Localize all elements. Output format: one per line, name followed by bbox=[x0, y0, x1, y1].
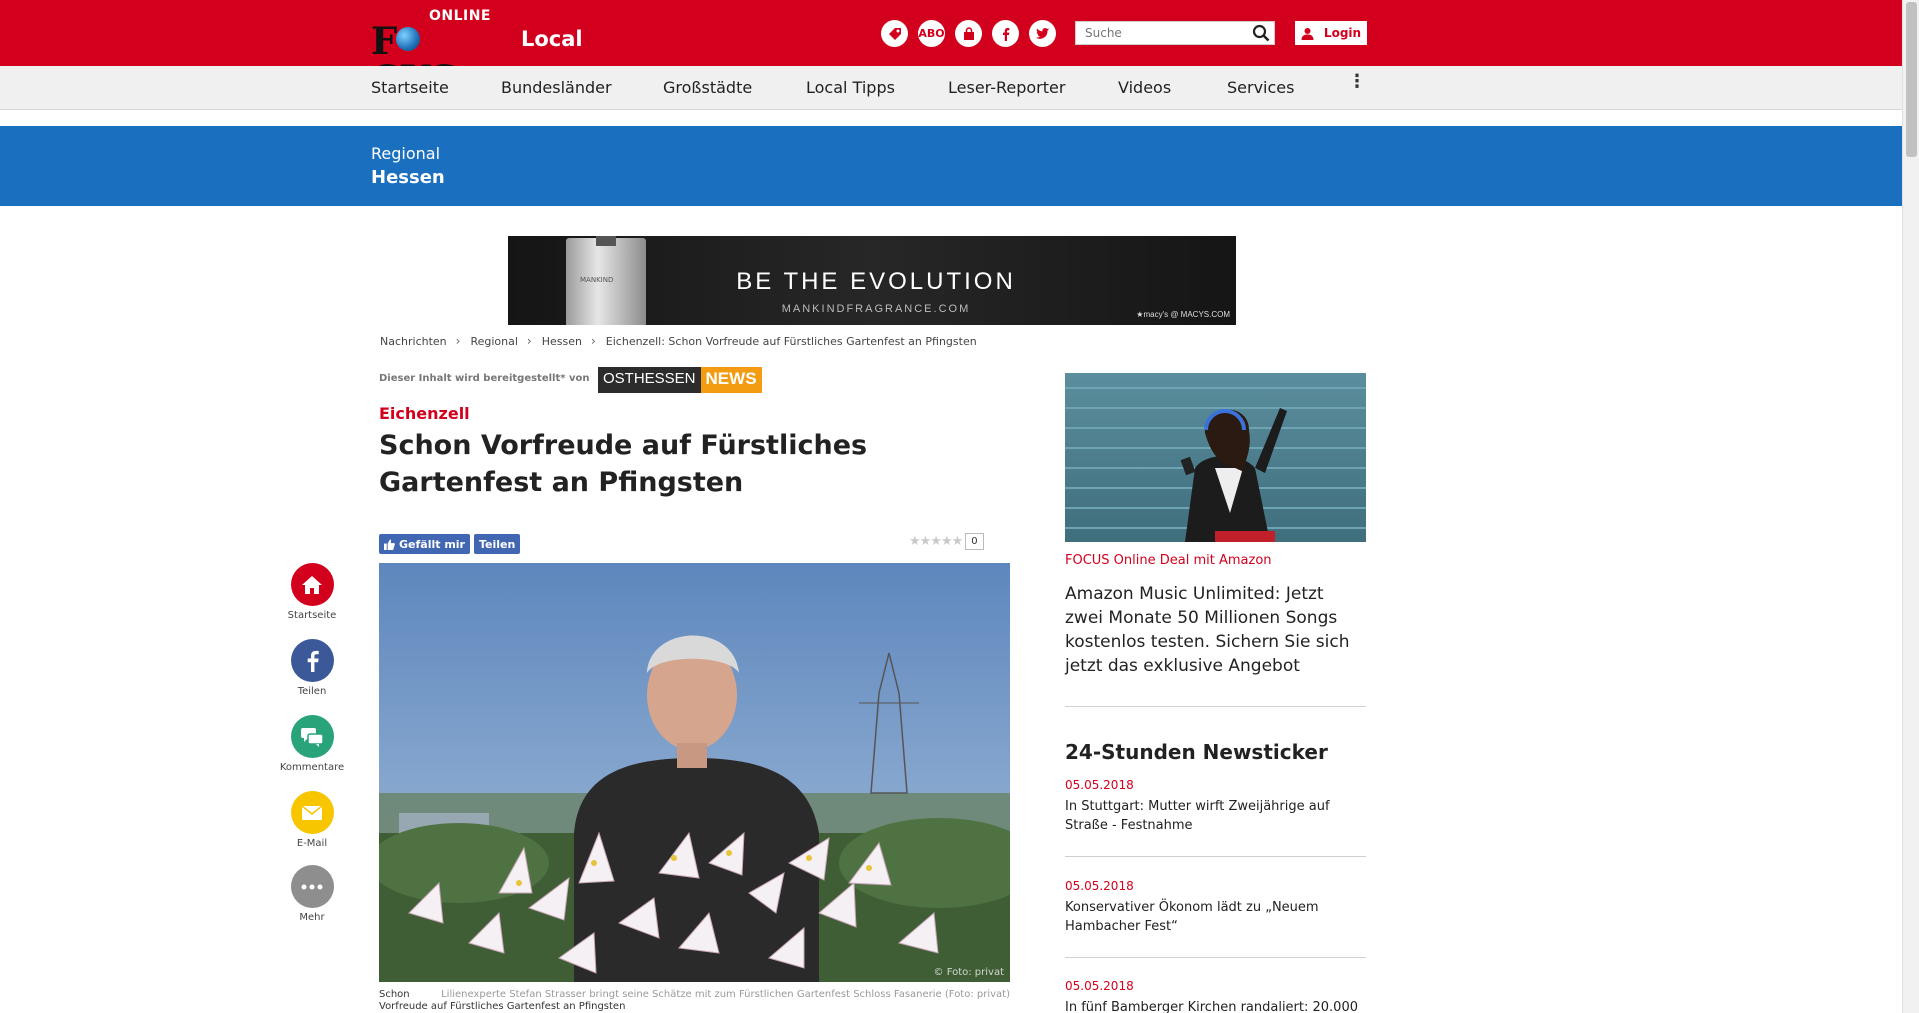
provided-by-text: Dieser Inhalt wird bereitgestellt* von bbox=[379, 373, 590, 384]
like-label: Gefällt mir bbox=[399, 537, 465, 551]
region-label[interactable]: Regional bbox=[371, 144, 440, 163]
nav-item-leser-reporter[interactable]: Leser-Reporter bbox=[948, 78, 1065, 97]
login-label: Login bbox=[1323, 26, 1362, 40]
share-more-label: Mehr bbox=[299, 912, 325, 923]
shopping-bag-icon[interactable] bbox=[955, 20, 982, 47]
divider bbox=[1065, 706, 1366, 707]
star-rating: ★★★★★ 0 bbox=[909, 533, 984, 550]
ticker-item[interactable]: Konservativer Ökonom lädt zu „Neuem Hamb… bbox=[1065, 898, 1366, 936]
osthessen-news-logo[interactable]: OSTHESSEN NEWS bbox=[598, 367, 762, 393]
like-button[interactable]: Gefällt mir bbox=[379, 534, 470, 554]
ticker-item[interactable]: In fünf Bamberger Kirchen randaliert: 20… bbox=[1065, 998, 1366, 1013]
comments-icon bbox=[290, 715, 334, 758]
rating-count: 0 bbox=[965, 533, 984, 550]
chevron-right-icon: › bbox=[590, 334, 596, 348]
banner-ad[interactable]: MANKIND BE THE EVOLUTION MANKINDFRAGRANC… bbox=[508, 236, 1236, 325]
abo-icon[interactable]: ABO bbox=[918, 20, 945, 47]
user-icon bbox=[1301, 27, 1314, 40]
divider bbox=[1065, 957, 1366, 958]
newsticker-title: 24-Stunden Newsticker bbox=[1065, 740, 1328, 764]
perfume-bottle-image: MANKIND bbox=[566, 236, 646, 325]
ticker-date: 05.05.2018 bbox=[1065, 879, 1134, 893]
twitter-icon[interactable] bbox=[1029, 20, 1056, 47]
nav-item-startseite[interactable]: Startseite bbox=[371, 78, 449, 97]
nav-item-bundeslaender[interactable]: Bundesländer bbox=[501, 78, 612, 97]
share-facebook-label: Teilen bbox=[297, 686, 327, 697]
share-comments-label: Kommentare bbox=[279, 762, 345, 773]
share-more[interactable]: Mehr bbox=[272, 865, 352, 923]
nav-item-grossstaedte[interactable]: Großstädte bbox=[663, 78, 752, 97]
share-home-label: Startseite bbox=[287, 610, 337, 621]
partner-logo-a: OSTHESSEN bbox=[598, 367, 701, 393]
rating-stars-icon[interactable]: ★★★★★ bbox=[909, 534, 963, 549]
ad-url: MANKINDFRAGRANCE.COM bbox=[781, 303, 971, 315]
photo-credit: © Foto: privat bbox=[933, 967, 1004, 978]
article-photo-illustration bbox=[379, 563, 1010, 982]
more-menu-icon[interactable]: ⋮ bbox=[1348, 73, 1366, 91]
breadcrumb-item[interactable]: Hessen bbox=[542, 335, 582, 348]
share-home[interactable]: Startseite bbox=[272, 563, 352, 621]
search-input[interactable] bbox=[1076, 22, 1246, 44]
caption-continuation: Vorfreude auf Fürstliches Gartenfest an … bbox=[379, 1001, 626, 1012]
chevron-right-icon: › bbox=[455, 334, 461, 348]
scrollbar-thumb[interactable] bbox=[1906, 2, 1917, 157]
ticker-date: 05.05.2018 bbox=[1065, 979, 1134, 993]
ad-brand: ★macy's @ MACYS.COM bbox=[1136, 310, 1230, 319]
deal-teaser[interactable]: Amazon Music Unlimited: Jetzt zwei Monat… bbox=[1065, 582, 1366, 678]
share-comments[interactable]: Kommentare bbox=[272, 715, 352, 773]
caption-prefix: Schon bbox=[379, 989, 410, 1000]
bottle-cap bbox=[596, 236, 616, 246]
state-label[interactable]: Hessen bbox=[371, 167, 445, 188]
nav-item-services[interactable]: Services bbox=[1227, 78, 1294, 97]
article-photo[interactable]: © Foto: privat bbox=[379, 563, 1010, 982]
breadcrumb-item[interactable]: Nachrichten bbox=[380, 335, 447, 348]
home-icon bbox=[290, 563, 334, 606]
share-facebook[interactable]: Teilen bbox=[272, 639, 352, 697]
divider bbox=[1065, 856, 1366, 857]
deal-link[interactable]: FOCUS Online Deal mit Amazon bbox=[1065, 553, 1272, 568]
deals-icon[interactable] bbox=[881, 20, 908, 47]
facebook-icon[interactable] bbox=[992, 20, 1019, 47]
globe-icon bbox=[396, 27, 421, 51]
bottle-label: MANKIND bbox=[580, 276, 614, 284]
main-nav: Startseite Bundesländer Großstädte Local… bbox=[0, 66, 1902, 110]
top-bar: ONLINE FCUS Local ABO Login bbox=[0, 0, 1902, 98]
ad-headline: BE THE EVOLUTION bbox=[736, 268, 1016, 295]
social-buttons: Gefällt mir Teilen bbox=[379, 534, 521, 554]
page: ONLINE FCUS Local ABO Login bbox=[0, 0, 1919, 1013]
search-icon[interactable] bbox=[1252, 24, 1270, 42]
breadcrumb-item[interactable]: Regional bbox=[470, 335, 517, 348]
section-title: Local bbox=[521, 27, 583, 51]
fb-share-button[interactable]: Teilen bbox=[473, 534, 521, 554]
search-box bbox=[1075, 21, 1275, 45]
nav-item-videos[interactable]: Videos bbox=[1118, 78, 1171, 97]
article-kicker: Eichenzell bbox=[379, 404, 470, 423]
login-button[interactable]: Login bbox=[1295, 21, 1367, 45]
ticker-date: 05.05.2018 bbox=[1065, 778, 1134, 792]
focus-online-logo[interactable]: ONLINE FCUS bbox=[371, 8, 493, 98]
nav-item-local-tipps[interactable]: Local Tipps bbox=[806, 78, 895, 97]
top-icon-group: ABO bbox=[881, 20, 1056, 47]
fb-share-label: Teilen bbox=[478, 537, 516, 551]
breadcrumb-current: Eichenzell: Schon Vorfreude auf Fürstlic… bbox=[605, 334, 977, 348]
facebook-icon bbox=[290, 639, 334, 682]
chevron-right-icon: › bbox=[526, 334, 532, 348]
region-band: Regional Hessen bbox=[0, 126, 1902, 206]
deal-image-illustration bbox=[1065, 387, 1366, 542]
email-icon bbox=[290, 791, 334, 834]
share-email-label: E-Mail bbox=[296, 838, 328, 849]
thumbs-up-icon bbox=[384, 538, 395, 550]
breadcrumb: Nachrichten › Regional › Hessen › Eichen… bbox=[380, 334, 977, 348]
partner-logo-b: NEWS bbox=[700, 367, 762, 393]
share-email[interactable]: E-Mail bbox=[272, 791, 352, 849]
more-dots-icon bbox=[290, 865, 334, 908]
page-scrollbar[interactable] bbox=[1902, 0, 1919, 1013]
amazon-deal-image[interactable] bbox=[1065, 373, 1366, 542]
ticker-item[interactable]: In Stuttgart: Mutter wirft Zweijährige a… bbox=[1065, 797, 1366, 835]
photo-caption: Lilienexperte Stefan Strasser bringt sei… bbox=[441, 989, 1010, 1000]
article-headline: Schon Vorfreude auf Fürstliches Gartenfe… bbox=[379, 430, 868, 498]
